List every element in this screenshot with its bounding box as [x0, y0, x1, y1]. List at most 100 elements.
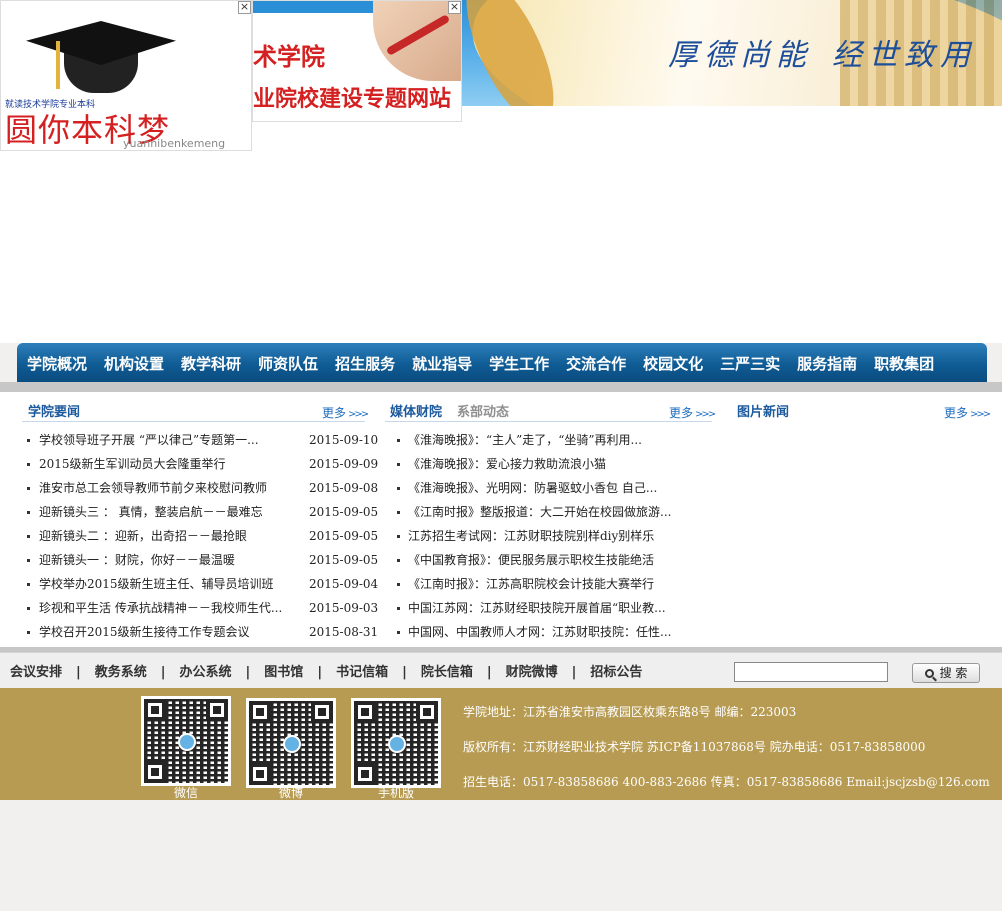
bullet-icon [27, 487, 30, 490]
college-news-more-link[interactable]: 更多 >>> [322, 404, 369, 421]
weibo-qr-code [246, 698, 336, 788]
quick-link[interactable]: 招标公告 [590, 665, 642, 680]
media-item[interactable]: 《江南时报》整版报道：大二开始在校园做旅游... [380, 500, 720, 524]
news-item[interactable]: 学校领导班子开展 “严以律己”专题第一... 2015-09-10 [0, 428, 380, 452]
bullet-icon [397, 439, 400, 442]
media-item[interactable]: 《淮海晚报》：爱心接力救助流浪小猫 [380, 452, 720, 476]
nav-item[interactable]: 校园文化 [643, 353, 703, 374]
media-news-more-link[interactable]: 更多 >>> [669, 404, 716, 421]
quick-link[interactable]: 教务系统 [95, 665, 147, 680]
photo-news-more-link[interactable]: 更多 >>> [944, 404, 991, 421]
media-item[interactable]: 《中国教育报》：便民服务展示职校生技能绝活 [380, 548, 720, 572]
link-separator: | [317, 665, 323, 680]
tab-media[interactable]: 媒体财院 [390, 401, 442, 420]
nav-item[interactable]: 交流合作 [566, 353, 626, 374]
news-title[interactable]: 淮安市总工会领导教师节前夕来校慰问教师 [39, 476, 267, 500]
nav-item[interactable]: 学院概况 [27, 353, 87, 374]
media-item[interactable]: 《淮海晚报》：“主人”走了，“坐骑”再利用... [380, 428, 720, 452]
floating-ad-construction[interactable]: 术学院 业院校建设专题网站 × [252, 0, 462, 122]
link-separator: | [486, 665, 492, 680]
quick-link[interactable]: 院长信箱 [421, 665, 473, 680]
media-title[interactable]: 江苏招生考试网：江苏财职技院别样diy别样乐 [408, 524, 654, 548]
search-icon [924, 669, 934, 678]
search-button[interactable]: 搜 索 [912, 663, 980, 683]
link-separator: | [245, 665, 251, 680]
news-date: 2015-09-05 [309, 553, 379, 567]
media-title[interactable]: 《淮海晚报》、光明网：防暑驱蚊小香包 自己... [408, 476, 657, 500]
media-title[interactable]: 《淮海晚报》：爱心接力救助流浪小猫 [408, 452, 606, 476]
tab-department-news[interactable]: 系部动态 [457, 401, 509, 420]
news-title[interactable]: 迎新镜头三 ： 真情，整装启航－－最难忘 [39, 500, 263, 524]
bullet-icon [27, 559, 30, 562]
link-separator: | [76, 665, 81, 680]
nav-item[interactable]: 三严三实 [720, 353, 780, 374]
link-separator: | [402, 665, 407, 680]
news-item[interactable]: 学校召开2015级新生接待工作专题会议 2015-08-31 [0, 620, 380, 644]
news-band: 学院要闻 更多 >>> 学校领导班子开展 “严以律己”专题第一... 2015-09… [0, 382, 1002, 652]
qr-label-mobile: 手机版 [377, 786, 414, 800]
bullet-icon [27, 583, 30, 586]
ad-line1: 术学院 [253, 43, 325, 71]
news-item[interactable]: 淮安市总工会领导教师节前夕来校慰问教师 2015-09-08 [0, 476, 380, 500]
nav-item[interactable]: 职教集团 [874, 353, 934, 374]
nav-item[interactable]: 师资队伍 [258, 353, 318, 374]
news-date: 2015-09-05 [309, 529, 379, 543]
news-title[interactable]: 迎新镜头二 ：迎新，出奇招－－最抢眼 [39, 524, 247, 548]
close-icon[interactable]: × [238, 1, 251, 14]
media-item[interactable]: 《江南时报》：江苏高职院校会计技能大赛举行 [380, 572, 720, 596]
media-item[interactable]: 江苏招生考试网：江苏财职技院别样diy别样乐 [380, 524, 720, 548]
footer: 微信 微博 手机版 学院地址：江苏省淮安市高教园区枚乘东路8号 邮编：22300… [0, 688, 1002, 800]
quick-link[interactable]: 书记信箱 [336, 665, 388, 680]
graduation-cap-icon [26, 21, 176, 101]
ad-line2: 业院校建设专题网站 [253, 87, 452, 112]
quick-link[interactable]: 图书馆 [264, 665, 303, 680]
bullet-icon [27, 607, 30, 610]
news-title[interactable]: 学校举办2015级新生班主任、辅导员培训班 [39, 572, 274, 596]
nav-item[interactable]: 机构设置 [104, 353, 164, 374]
media-title[interactable]: 中国江苏网：江苏财经职技院开展首届“职业教... [408, 596, 666, 620]
news-title[interactable]: 学校召开2015级新生接待工作专题会议 [39, 620, 250, 644]
nav-item[interactable]: 招生服务 [335, 353, 395, 374]
news-date: 2015-09-08 [309, 481, 379, 495]
quick-link[interactable]: 会议安排 [10, 665, 62, 680]
bullet-icon [27, 439, 30, 442]
quick-link[interactable]: 办公系统 [180, 665, 232, 680]
news-title[interactable]: 学校领导班子开展 “严以律己”专题第一... [39, 428, 259, 452]
nav-item[interactable]: 学生工作 [489, 353, 549, 374]
quick-links: 会议安排 | 教务系统 | 办公系统 | 图书馆 | 书记信箱 | 院长信箱 | 财院微博 | 招标公告 [10, 661, 642, 680]
quick-link[interactable]: 财院微博 [506, 665, 558, 680]
media-item[interactable]: 中国网、中国教师人才网：江苏财职技院：任性... [380, 620, 720, 644]
nav-item[interactable]: 教学科研 [181, 353, 241, 374]
more-arrows-icon: >>> [970, 409, 991, 420]
floating-ad-undergrad[interactable]: 就读技术学院专业本科 圆你本科梦 yuannibenkemeng × [0, 0, 252, 151]
media-title[interactable]: 《中国教育报》：便民服务展示职校生技能绝活 [408, 548, 654, 572]
mobile-qr-code [351, 698, 441, 788]
news-date: 2015-08-31 [309, 625, 379, 639]
news-title[interactable]: 2015级新生军训动员大会隆重举行 [39, 452, 226, 476]
news-item[interactable]: 2015级新生军训动员大会隆重举行 2015-09-09 [0, 452, 380, 476]
news-item[interactable]: 学校举办2015级新生班主任、辅导员培训班 2015-09-04 [0, 572, 380, 596]
news-item[interactable]: 迎新镜头三 ： 真情，整装启航－－最难忘 2015-09-05 [0, 500, 380, 524]
media-title[interactable]: 中国网、中国教师人才网：江苏财职技院：任性... [408, 620, 671, 644]
bullet-icon [397, 487, 400, 490]
media-item[interactable]: 中国江苏网：江苏财经职技院开展首届“职业教... [380, 596, 720, 620]
bullet-icon [397, 463, 400, 466]
media-item[interactable]: 《淮海晚报》、光明网：防暑驱蚊小香包 自己... [380, 476, 720, 500]
nav-item[interactable]: 服务指南 [797, 353, 857, 374]
news-title[interactable]: 珍视和平生活 传承抗战精神－－我校师生代... [39, 596, 282, 620]
more-arrows-icon: >>> [695, 409, 716, 420]
news-item[interactable]: 迎新镜头二 ：迎新，出奇招－－最抢眼 2015-09-05 [0, 524, 380, 548]
media-news-panel: 媒体财院 系部动态 更多 >>> 《淮海晚报》：“主人”走了，“坐骑”再利用...… [380, 392, 720, 647]
news-item[interactable]: 迎新镜头一 ：财院，你好－－最温暖 2015-09-05 [0, 548, 380, 572]
media-title[interactable]: 《淮海晚报》：“主人”走了，“坐骑”再利用... [408, 428, 642, 452]
search-input[interactable] [734, 662, 888, 682]
news-item[interactable]: 珍视和平生活 传承抗战精神－－我校师生代... 2015-09-03 [0, 596, 380, 620]
nav-item[interactable]: 就业指导 [412, 353, 472, 374]
close-icon[interactable]: × [448, 1, 461, 14]
news-title[interactable]: 迎新镜头一 ：财院，你好－－最温暖 [39, 548, 235, 572]
media-title[interactable]: 《江南时报》整版报道：大二开始在校园做旅游... [408, 500, 671, 524]
main-nav: 学院概况 机构设置 教学科研 师资队伍 招生服务 就业指导 学生工作 交流合作 校园文化 三严三实… [17, 343, 987, 383]
footer-address: 学院地址：江苏省淮安市高教园区枚乘东路8号 邮编：223003 [463, 705, 797, 719]
media-title[interactable]: 《江南时报》：江苏高职院校会计技能大赛举行 [408, 572, 654, 596]
quick-links-bar: 会议安排 | 教务系统 | 办公系统 | 图书馆 | 书记信箱 | 院长信箱 | 财院微博 | 招标公告 搜… [0, 652, 1002, 688]
